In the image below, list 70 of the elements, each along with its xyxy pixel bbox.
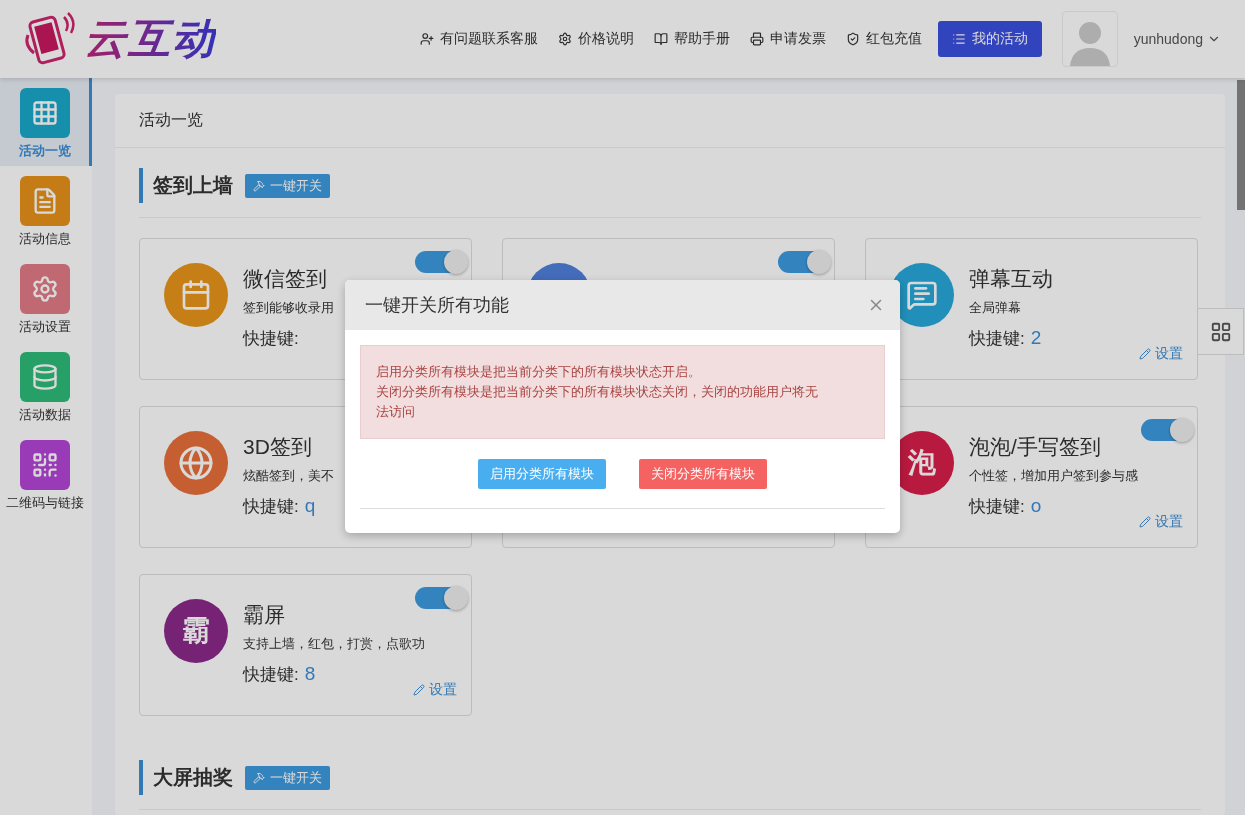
header-link[interactable]: 申请发票 [749,30,826,48]
panel-title: 活动一览 [115,94,1225,148]
section-title: 签到上墙 [139,168,233,203]
header-link[interactable]: 帮助手册 [653,30,730,48]
pencil-icon [1139,516,1151,528]
alert-text: 关闭分类所有模块是把当前分类下的所有模块状态关闭，关闭的功能用户将无法访问 [376,383,819,421]
sidebar-label: 活动设置 [18,318,71,336]
pencil-icon [413,684,425,696]
shortcut-label: 快捷键: [243,664,299,686]
book-icon [653,32,668,46]
alert-text: 启用分类所有模块是把当前分类下的所有模块状态开启。 [376,363,702,381]
hammer-icon [253,771,265,784]
grid-icon [19,88,70,138]
card-description: 支持上墙，红包，打赏，点歌功 [243,635,425,653]
settings-link[interactable]: 设置 [1139,513,1183,531]
card-description: 炫酷签到，美不 [243,467,334,485]
card-title: 弹幕互动 [969,266,1053,292]
sidebar-item[interactable]: 活动数据 [0,342,92,430]
shortcut-key: q [304,495,316,517]
sidebar-label: 活动数据 [18,406,71,424]
user-menu[interactable]: yunhudong [1127,30,1227,48]
shortcut-label: 快捷键: [969,496,1025,518]
modal-title: 一键开关所有功能 [365,294,509,317]
card-title: 3D签到 [243,434,313,460]
header-link[interactable]: 有问题联系客服 [419,30,538,48]
card-title: 微信签到 [243,266,328,292]
settings-icon [557,32,572,46]
avatar-silhouette[interactable] [1061,11,1118,67]
printer-icon [749,32,764,46]
shortcut-label: 快捷键: [243,328,299,350]
database-icon [19,352,70,402]
glyph-icon: 霸 [164,599,228,663]
shortcut-key: 2 [1030,327,1042,349]
settings-icon [19,264,70,314]
scrollbar-thumb[interactable] [1237,80,1245,210]
shortcut-key: o [1030,495,1042,517]
toggle-switch[interactable] [778,251,830,273]
settings-link[interactable]: 设置 [1139,345,1183,363]
shortcut-key: 8 [304,663,316,685]
sidebar-label: 二维码与链接 [5,494,84,512]
shield-check-icon [845,32,860,46]
pencil-icon [1139,348,1151,360]
grid-icon [1209,320,1232,343]
list-icon [951,32,966,46]
user-plus-icon [419,32,434,46]
card-title: 霸屏 [243,602,286,628]
hammer-icon [253,179,265,192]
float-button[interactable] [1197,308,1244,355]
settings-link[interactable]: 设置 [413,681,457,699]
header-link[interactable]: 红包充值 [845,30,922,48]
card-description: 签到能够收录用 [243,299,334,317]
phone-logo-icon [22,11,78,67]
document-icon [19,176,70,226]
sidebar-item[interactable]: 活动信息 [0,166,92,254]
my-activities-button[interactable]: 我的活动 [937,21,1042,57]
toggle-switch[interactable] [1141,419,1193,441]
sidebar-label: 活动一览 [18,142,71,160]
card-title: 泡泡/手写签到 [969,434,1102,460]
sidebar-item[interactable]: 活动设置 [0,254,92,342]
sidebar-item[interactable]: 二维码与链接 [0,430,92,518]
section-title: 大屏抽奖 [139,760,233,795]
shortcut-label: 快捷键: [969,328,1025,350]
toggle-switch[interactable] [415,587,467,609]
qr-code-icon [19,440,70,490]
shortcut-label: 快捷键: [243,496,299,518]
card-description: 个性签，增加用户签到参与感 [969,467,1138,485]
header-link[interactable]: 价格说明 [557,30,634,48]
card-description: 全局弹幕 [969,299,1022,317]
sidebar-label: 活动信息 [18,230,71,248]
toggle-switch[interactable] [415,251,467,273]
